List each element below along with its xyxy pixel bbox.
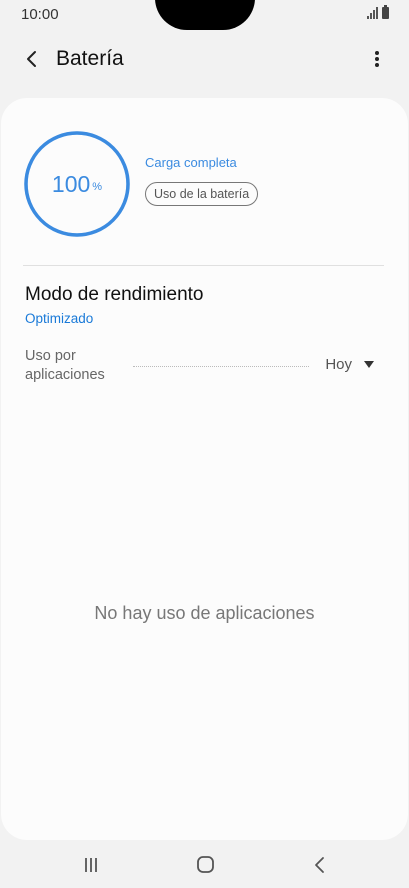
signal-icon (367, 7, 378, 19)
dotted-separator (133, 366, 309, 367)
back-icon[interactable] (305, 853, 335, 877)
dropdown-arrow-icon (364, 361, 374, 368)
chevron-left-icon[interactable] (20, 47, 44, 71)
status-time: 10:00 (21, 6, 59, 23)
period-dropdown[interactable]: Hoy (325, 356, 374, 373)
app-header: Batería (0, 36, 409, 82)
period-value: Hoy (325, 356, 352, 373)
performance-mode-item[interactable]: Modo de rendimiento Optimizado (23, 282, 384, 332)
more-vertical-icon[interactable] (367, 47, 387, 71)
battery-usage-button[interactable]: Uso de la batería (145, 182, 259, 206)
performance-mode-title: Modo de rendimiento (25, 284, 204, 305)
battery-level-unit: % (92, 181, 103, 193)
battery-level: 100 % (23, 130, 131, 238)
battery-gauge: 100 % (23, 130, 131, 238)
performance-mode-value: Optimizado (25, 311, 94, 326)
divider (23, 265, 384, 266)
status-icons (367, 5, 389, 19)
empty-state-message: No hay uso de aplicaciones (94, 603, 315, 623)
charge-status: Carga completa (145, 155, 237, 170)
battery-status-icon (382, 5, 389, 19)
recents-icon[interactable] (76, 853, 106, 877)
page-title: Batería (56, 47, 124, 70)
app-usage-row: Uso por aplicaciones Hoy (23, 347, 384, 387)
camera-notch (155, 0, 255, 30)
navigation-bar (0, 843, 409, 888)
battery-card: 100 % Carga completa Uso de la batería M… (1, 98, 408, 840)
status-bar: 10:00 (0, 0, 409, 30)
home-icon[interactable] (191, 853, 221, 877)
battery-level-number: 100 (51, 170, 91, 197)
app-usage-label: Uso por aplicaciones (25, 348, 105, 383)
